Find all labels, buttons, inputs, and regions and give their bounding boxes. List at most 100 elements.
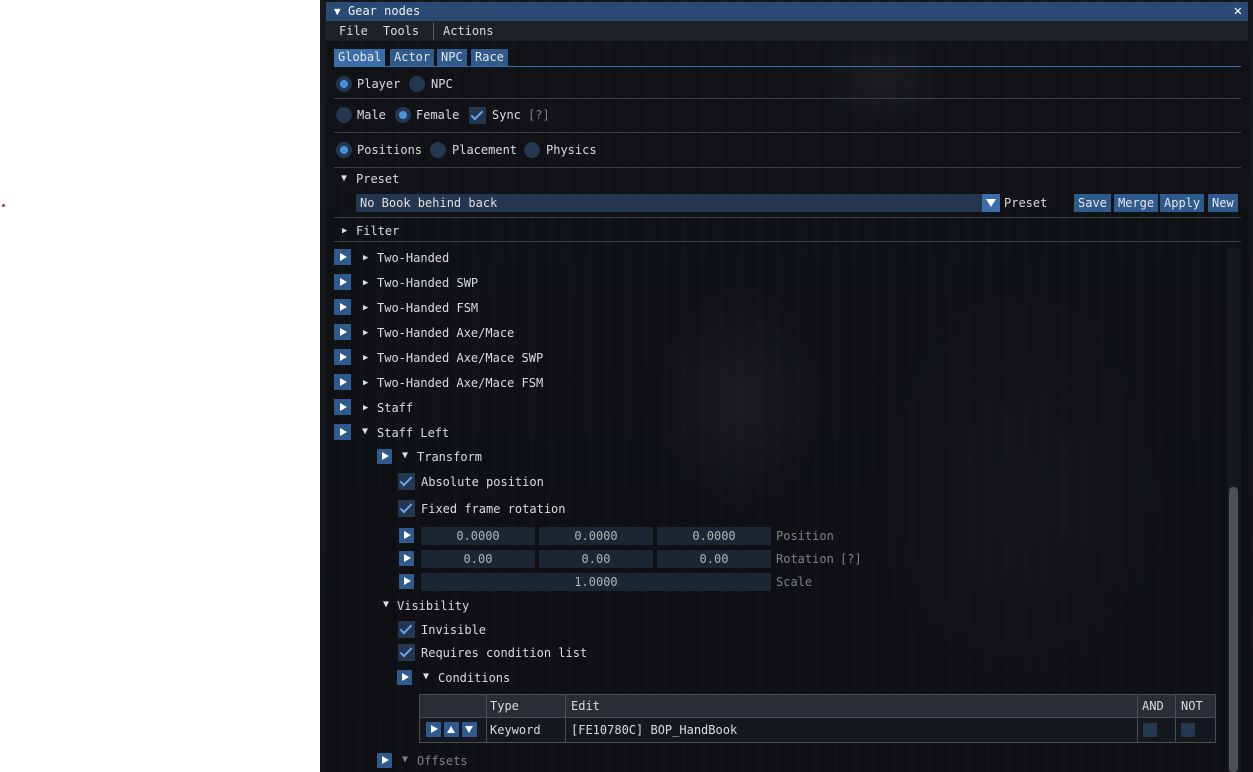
menu-tools[interactable]: Tools — [383, 24, 419, 38]
collapse-triangle-icon[interactable]: ▼ — [334, 5, 341, 18]
scrollbar-thumb[interactable] — [1229, 487, 1238, 772]
menu-file[interactable]: File — [339, 24, 368, 38]
offsets-header[interactable]: Offsets — [417, 754, 468, 768]
chevron-down-icon[interactable] — [982, 194, 1000, 212]
scale-action-button[interactable] — [399, 574, 414, 589]
gear-nodes-window: ▼ Gear nodes ✕ File Tools Actions Global… — [320, 0, 1253, 772]
node-action-button[interactable] — [334, 349, 351, 365]
offsets-action-button[interactable] — [377, 753, 392, 768]
position-action-button[interactable] — [399, 528, 414, 543]
node-two-handed-axe-mace[interactable]: Two-Handed Axe/Mace — [377, 326, 514, 340]
radio-positions[interactable] — [336, 142, 352, 158]
close-icon[interactable]: ✕ — [1234, 3, 1242, 19]
move-down-icon[interactable] — [462, 722, 477, 737]
fixed-frame-rotation-checkbox[interactable] — [398, 500, 415, 517]
preset-combo[interactable]: No Book behind back — [356, 194, 1000, 212]
column-divider — [1175, 695, 1176, 742]
node-action-button[interactable] — [334, 299, 351, 315]
apply-button[interactable]: Apply — [1160, 194, 1205, 212]
preset-expand-icon[interactable]: ▼ — [341, 173, 347, 184]
node-action-button[interactable] — [334, 249, 351, 265]
radio-physics-label: Physics — [546, 143, 597, 157]
radio-npc-label: NPC — [431, 77, 453, 91]
position-x-field[interactable]: 0.0000 — [421, 527, 535, 545]
node-staff-left[interactable]: Staff Left — [377, 426, 449, 440]
node-two-handed[interactable]: Two-Handed — [377, 251, 449, 265]
rotation-help[interactable]: [?] — [840, 552, 862, 566]
tab-race[interactable]: Race — [471, 49, 508, 66]
tab-global[interactable]: Global — [334, 49, 386, 66]
scale-field[interactable]: 1.0000 — [421, 573, 771, 591]
row-action-button[interactable] — [426, 722, 441, 737]
node-staff[interactable]: Staff — [377, 401, 413, 415]
condition-edit[interactable]: [FE10780C] BOP_HandBook — [571, 723, 737, 737]
node-expand-icon[interactable]: ▶ — [363, 328, 368, 338]
tab-actor[interactable]: Actor — [390, 49, 435, 66]
node-two-handed-fsm[interactable]: Two-Handed FSM — [377, 301, 478, 315]
radio-female[interactable] — [395, 107, 411, 123]
rotation-label: Rotation — [776, 552, 834, 566]
radio-male[interactable] — [336, 107, 352, 123]
preset-header[interactable]: Preset — [356, 172, 399, 186]
and-checkbox[interactable] — [1143, 723, 1157, 737]
tab-underline — [334, 66, 1241, 67]
sync-checkbox[interactable] — [469, 107, 486, 124]
invisible-checkbox[interactable] — [398, 621, 415, 638]
node-expand-icon[interactable]: ▶ — [363, 303, 368, 313]
conditions-action-button[interactable] — [397, 670, 412, 685]
conditions-collapse-icon[interactable]: ▼ — [423, 671, 429, 682]
node-action-button[interactable] — [334, 424, 351, 440]
title-bar[interactable]: ▼ Gear nodes ✕ — [326, 2, 1248, 21]
node-expand-icon[interactable]: ▶ — [363, 403, 368, 413]
transform-collapse-icon[interactable]: ▼ — [402, 450, 408, 461]
visibility-header[interactable]: Visibility — [397, 599, 469, 613]
menu-separator — [433, 22, 434, 40]
separator — [334, 167, 1241, 168]
filter-header[interactable]: Filter — [356, 224, 399, 238]
radio-player[interactable] — [336, 76, 352, 92]
radio-placement[interactable] — [430, 142, 446, 158]
visibility-collapse-icon[interactable]: ▼ — [383, 599, 389, 610]
transform-action-button[interactable] — [377, 449, 392, 464]
column-edit: Edit — [571, 699, 600, 713]
node-action-button[interactable] — [334, 374, 351, 390]
rotation-y-field[interactable]: 0.00 — [539, 550, 653, 568]
not-checkbox[interactable] — [1181, 723, 1195, 737]
offsets-collapse-icon[interactable]: ▼ — [402, 754, 408, 765]
position-z-field[interactable]: 0.0000 — [657, 527, 771, 545]
node-expand-icon[interactable]: ▶ — [363, 353, 368, 363]
node-action-button[interactable] — [334, 399, 351, 415]
rotation-x-field[interactable]: 0.00 — [421, 550, 535, 568]
absolute-position-label: Absolute position — [421, 475, 544, 489]
rotation-z-field[interactable]: 0.00 — [657, 550, 771, 568]
node-expand-icon[interactable]: ▶ — [363, 278, 368, 288]
node-two-handed-axe-mace-fsm[interactable]: Two-Handed Axe/Mace FSM — [377, 376, 543, 390]
node-expand-icon[interactable]: ▶ — [363, 253, 368, 263]
column-divider — [1137, 695, 1138, 742]
save-button[interactable]: Save — [1074, 194, 1111, 212]
position-y-field[interactable]: 0.0000 — [539, 527, 653, 545]
conditions-header[interactable]: Conditions — [438, 671, 510, 685]
radio-npc[interactable] — [409, 76, 425, 92]
radio-physics[interactable] — [524, 142, 540, 158]
requires-condition-list-checkbox[interactable] — [398, 644, 415, 661]
radio-male-label: Male — [357, 108, 386, 122]
new-button[interactable]: New — [1208, 194, 1238, 212]
node-two-handed-axe-mace-swp[interactable]: Two-Handed Axe/Mace SWP — [377, 351, 543, 365]
absolute-position-checkbox[interactable] — [398, 473, 415, 490]
move-up-icon[interactable] — [444, 722, 459, 737]
condition-type[interactable]: Keyword — [490, 723, 541, 737]
node-action-button[interactable] — [334, 274, 351, 290]
node-two-handed-swp[interactable]: Two-Handed SWP — [377, 276, 478, 290]
node-expand-icon[interactable]: ▶ — [363, 378, 368, 388]
node-collapse-icon[interactable]: ▼ — [362, 426, 368, 437]
separator — [334, 98, 1241, 99]
node-action-button[interactable] — [334, 324, 351, 340]
filter-expand-icon[interactable]: ▶ — [342, 226, 347, 236]
sync-help[interactable]: [?] — [528, 108, 550, 122]
rotation-action-button[interactable] — [399, 551, 414, 566]
menu-actions[interactable]: Actions — [443, 24, 494, 38]
transform-header[interactable]: Transform — [417, 450, 482, 464]
merge-button[interactable]: Merge — [1114, 194, 1159, 212]
tab-npc[interactable]: NPC — [437, 49, 467, 66]
